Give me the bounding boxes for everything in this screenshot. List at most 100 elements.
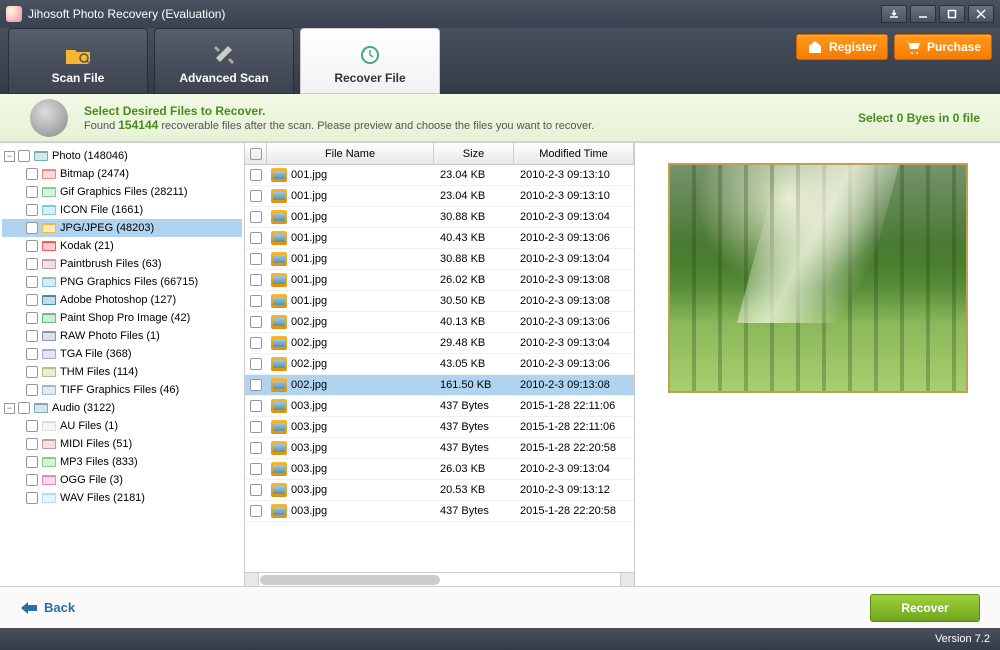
tree-item[interactable]: Bitmap (2474) <box>2 165 242 183</box>
tree-checkbox[interactable] <box>26 492 38 504</box>
row-checkbox[interactable] <box>250 169 262 181</box>
tree-checkbox[interactable] <box>26 240 38 252</box>
file-row[interactable]: 003.jpg26.03 KB2010-2-3 09:13:04 <box>245 459 634 480</box>
tree-checkbox[interactable] <box>26 294 38 306</box>
tree-checkbox[interactable] <box>26 438 38 450</box>
tree-item[interactable]: MP3 Files (833) <box>2 453 242 471</box>
file-row[interactable]: 001.jpg40.43 KB2010-2-3 09:13:06 <box>245 228 634 249</box>
file-row[interactable]: 002.jpg40.13 KB2010-2-3 09:13:06 <box>245 312 634 333</box>
tree-item[interactable]: OGG File (3) <box>2 471 242 489</box>
maximize-button[interactable] <box>939 5 965 23</box>
tree-checkbox[interactable] <box>26 258 38 270</box>
tree-item[interactable]: MIDI Files (51) <box>2 435 242 453</box>
row-checkbox[interactable] <box>250 400 262 412</box>
file-row[interactable]: 002.jpg29.48 KB2010-2-3 09:13:04 <box>245 333 634 354</box>
horizontal-scrollbar[interactable] <box>245 572 634 586</box>
category-tree[interactable]: −Photo (148046)Bitmap (2474)Gif Graphics… <box>0 143 245 586</box>
row-checkbox[interactable] <box>250 358 262 370</box>
file-row[interactable]: 003.jpg20.53 KB2010-2-3 09:13:12 <box>245 480 634 501</box>
tree-group[interactable]: −Photo (148046) <box>2 147 242 165</box>
tree-checkbox[interactable] <box>18 150 30 162</box>
tree-checkbox[interactable] <box>26 366 38 378</box>
tree-checkbox[interactable] <box>26 312 38 324</box>
row-checkbox[interactable] <box>250 505 262 517</box>
tab-recover-file[interactable]: Recover File <box>300 28 440 94</box>
file-row[interactable]: 003.jpg437 Bytes2015-1-28 22:11:06 <box>245 417 634 438</box>
tree-item[interactable]: RAW Photo Files (1) <box>2 327 242 345</box>
row-checkbox[interactable] <box>250 442 262 454</box>
select-all-checkbox[interactable] <box>250 148 262 160</box>
tree-item[interactable]: PNG Graphics Files (66715) <box>2 273 242 291</box>
tab-scan-file[interactable]: Scan File <box>8 28 148 94</box>
close-button[interactable] <box>968 5 994 23</box>
file-row[interactable]: 001.jpg26.02 KB2010-2-3 09:13:08 <box>245 270 634 291</box>
tree-item[interactable]: WAV Files (2181) <box>2 489 242 507</box>
col-filename[interactable]: File Name <box>267 143 434 164</box>
titlebar[interactable]: Jihosoft Photo Recovery (Evaluation) <box>0 0 1000 28</box>
file-row[interactable]: 001.jpg30.88 KB2010-2-3 09:13:04 <box>245 249 634 270</box>
tree-item[interactable]: Kodak (21) <box>2 237 242 255</box>
tree-checkbox[interactable] <box>26 384 38 396</box>
minimize-button[interactable] <box>910 5 936 23</box>
tree-item[interactable]: ICON File (1661) <box>2 201 242 219</box>
row-checkbox[interactable] <box>250 274 262 286</box>
col-size[interactable]: Size <box>434 143 514 164</box>
row-checkbox[interactable] <box>250 379 262 391</box>
download-button[interactable] <box>881 5 907 23</box>
file-row[interactable]: 001.jpg23.04 KB2010-2-3 09:13:10 <box>245 186 634 207</box>
tree-checkbox[interactable] <box>26 456 38 468</box>
file-row[interactable]: 002.jpg43.05 KB2010-2-3 09:13:06 <box>245 354 634 375</box>
tree-item[interactable]: THM Files (114) <box>2 363 242 381</box>
col-modified[interactable]: Modified Time <box>514 143 634 164</box>
tree-checkbox[interactable] <box>26 204 38 216</box>
tree-item[interactable]: Paintbrush Files (63) <box>2 255 242 273</box>
back-button[interactable]: Back <box>20 600 75 615</box>
file-row[interactable]: 002.jpg161.50 KB2010-2-3 09:13:08 <box>245 375 634 396</box>
row-checkbox[interactable] <box>250 232 262 244</box>
row-checkbox[interactable] <box>250 253 262 265</box>
file-row[interactable]: 003.jpg437 Bytes2015-1-28 22:20:58 <box>245 438 634 459</box>
row-checkbox[interactable] <box>250 337 262 349</box>
tree-item[interactable]: JPG/JPEG (48203) <box>2 219 242 237</box>
tree-checkbox[interactable] <box>26 168 38 180</box>
tree-group[interactable]: −Audio (3122) <box>2 399 242 417</box>
tree-checkbox[interactable] <box>26 222 38 234</box>
tree-item[interactable]: Adobe Photoshop (127) <box>2 291 242 309</box>
file-row[interactable]: 001.jpg30.88 KB2010-2-3 09:13:04 <box>245 207 634 228</box>
preview-pane <box>635 143 1000 586</box>
tree-item[interactable]: AU Files (1) <box>2 417 242 435</box>
file-modified: 2015-1-28 22:11:06 <box>514 400 634 412</box>
row-checkbox[interactable] <box>250 484 262 496</box>
preview-image <box>668 163 968 393</box>
tree-checkbox[interactable] <box>26 474 38 486</box>
tree-checkbox[interactable] <box>26 330 38 342</box>
row-checkbox[interactable] <box>250 295 262 307</box>
file-size: 40.13 KB <box>434 316 514 328</box>
file-size: 437 Bytes <box>434 442 514 454</box>
tree-item[interactable]: Gif Graphics Files (28211) <box>2 183 242 201</box>
tree-checkbox[interactable] <box>26 276 38 288</box>
tree-item[interactable]: TIFF Graphics Files (46) <box>2 381 242 399</box>
file-row[interactable]: 003.jpg437 Bytes2015-1-28 22:11:06 <box>245 396 634 417</box>
row-checkbox[interactable] <box>250 211 262 223</box>
file-size: 40.43 KB <box>434 232 514 244</box>
tab-advanced-scan[interactable]: Advanced Scan <box>154 28 294 94</box>
recover-button[interactable]: Recover <box>870 594 980 622</box>
tree-checkbox[interactable] <box>26 348 38 360</box>
row-checkbox[interactable] <box>250 190 262 202</box>
tree-checkbox[interactable] <box>18 402 30 414</box>
row-checkbox[interactable] <box>250 316 262 328</box>
tree-checkbox[interactable] <box>26 420 38 432</box>
tree-item[interactable]: Paint Shop Pro Image (42) <box>2 309 242 327</box>
purchase-button[interactable]: Purchase <box>894 34 992 60</box>
row-checkbox[interactable] <box>250 463 262 475</box>
file-row[interactable]: 001.jpg23.04 KB2010-2-3 09:13:10 <box>245 165 634 186</box>
expand-toggle[interactable]: − <box>4 151 15 162</box>
register-button[interactable]: Register <box>796 34 888 60</box>
row-checkbox[interactable] <box>250 421 262 433</box>
file-row[interactable]: 001.jpg30.50 KB2010-2-3 09:13:08 <box>245 291 634 312</box>
expand-toggle[interactable]: − <box>4 403 15 414</box>
tree-checkbox[interactable] <box>26 186 38 198</box>
tree-item[interactable]: TGA File (368) <box>2 345 242 363</box>
file-row[interactable]: 003.jpg437 Bytes2015-1-28 22:20:58 <box>245 501 634 522</box>
